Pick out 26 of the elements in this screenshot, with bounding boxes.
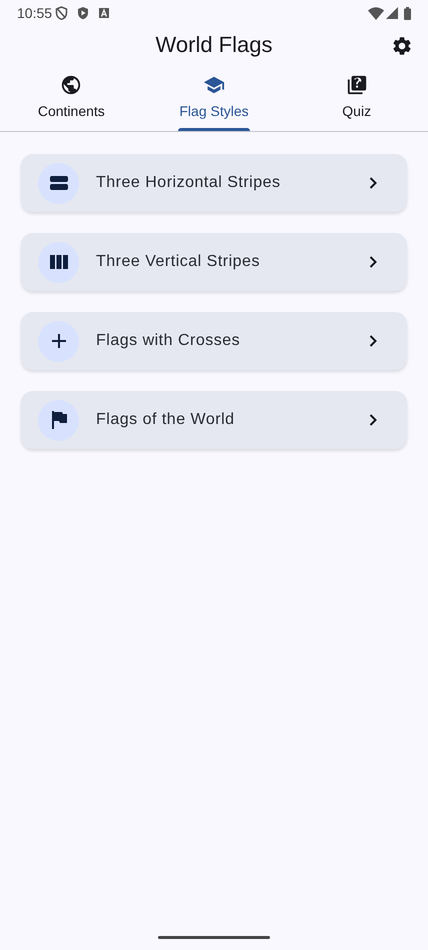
vertical-stripes-icon	[50, 255, 68, 269]
chevron-right-icon	[369, 335, 377, 347]
signal-icon	[386, 7, 398, 19]
flag-icon	[50, 411, 66, 429]
battery-icon	[404, 6, 411, 20]
category-card[interactable]: Flags with Crosses	[21, 312, 407, 370]
plus-icon	[50, 333, 66, 349]
chevron-right-icon	[369, 256, 377, 268]
category-card[interactable]: Three Horizontal Stripes	[21, 154, 407, 212]
wifi-icon	[368, 6, 384, 20]
tab[interactable]: Flag Styles	[142, 62, 286, 131]
question-cards-icon	[346, 74, 368, 96]
category-card[interactable]: Flags of the World	[21, 391, 407, 449]
shield-icon	[77, 6, 90, 20]
shield-icon	[55, 6, 68, 20]
tab[interactable]: Quiz	[285, 62, 428, 131]
category-card[interactable]: Three Vertical Stripes	[21, 233, 407, 291]
status-time: 10:55	[17, 4, 52, 22]
chevron-right-icon	[369, 177, 377, 189]
settings-icon[interactable]	[391, 35, 413, 57]
tab[interactable]: Continents	[0, 62, 143, 131]
app-title: World Flags	[156, 30, 272, 59]
font-icon	[99, 8, 110, 18]
horizontal-stripes-icon	[50, 176, 68, 190]
chevron-right-icon	[369, 414, 377, 426]
globe-icon	[60, 74, 82, 96]
